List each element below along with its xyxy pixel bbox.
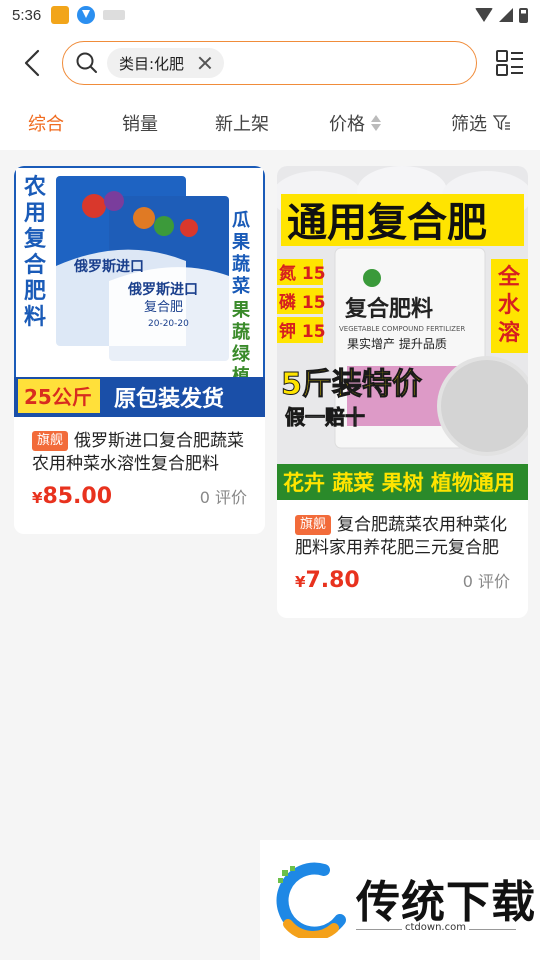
bag-title-text: 复合肥料 bbox=[344, 296, 433, 322]
tab-sales[interactable]: 销量 bbox=[122, 110, 158, 136]
tab-price[interactable]: 价格 bbox=[329, 110, 381, 136]
list-layout-icon[interactable] bbox=[495, 48, 525, 78]
top-banner-text: 通用复合肥 bbox=[287, 200, 487, 246]
search-header: 类目:化肥 bbox=[0, 30, 540, 96]
product-price: ¥7.80 bbox=[295, 568, 360, 593]
close-icon[interactable] bbox=[198, 56, 212, 70]
review-count: 0 评价 bbox=[462, 572, 510, 591]
nutrient-label: 磷 15 bbox=[279, 292, 326, 313]
wifi-icon bbox=[475, 8, 493, 22]
banner-text: 原包装发货 bbox=[114, 386, 224, 412]
product-card[interactable]: 通用复合肥 氮 15 磷 15 钾 15 全水溶 复合肥料 VEGETABLE … bbox=[277, 166, 528, 618]
sort-bar: 综合 销量 新上架 价格 筛选 bbox=[0, 96, 540, 150]
product-image[interactable]: 通用复合肥 氮 15 磷 15 钾 15 全水溶 复合肥料 VEGETABLE … bbox=[277, 166, 528, 500]
flagship-badge: 旗舰 bbox=[32, 431, 69, 451]
nutrient-label: 氮 15 bbox=[279, 263, 326, 284]
app-notification-icon bbox=[51, 6, 70, 24]
tab-label: 综合 bbox=[28, 114, 64, 135]
app-notification-icon bbox=[103, 10, 126, 20]
system-icons bbox=[475, 7, 528, 23]
notification-icons bbox=[51, 6, 126, 24]
nutrient-label: 钾 15 bbox=[279, 321, 326, 342]
vertical-text-right: 瓜果蔬菜 bbox=[231, 210, 251, 297]
tab-label: 筛选 bbox=[451, 114, 487, 135]
tab-label: 价格 bbox=[329, 114, 365, 135]
watermark-url: ctdown.com bbox=[402, 922, 469, 933]
watermark-name: 传统下载 bbox=[356, 877, 536, 928]
watermark-logo-icon bbox=[276, 862, 346, 938]
price-value: 85.00 bbox=[42, 484, 113, 509]
back-arrow-icon[interactable] bbox=[18, 48, 48, 78]
bag-slogan-text: 果实增产 提升品质 bbox=[347, 336, 447, 351]
vertical-text-right: 果蔬绿植 bbox=[231, 300, 251, 387]
vertical-text-right: 全水溶 bbox=[497, 264, 521, 346]
promo-text: 5斤装特价 bbox=[281, 367, 422, 402]
tab-new-arrivals[interactable]: 新上架 bbox=[215, 110, 269, 136]
status-bar: 5:36 bbox=[0, 0, 540, 30]
price-value: 7.80 bbox=[305, 568, 360, 593]
site-watermark: 传统下载 ctdown.com bbox=[260, 840, 540, 960]
bag-title-text: 俄罗斯进口 bbox=[127, 281, 198, 298]
bag-subtitle-text: 复合肥 bbox=[144, 300, 183, 315]
bag-title-text: 俄罗斯进口 bbox=[73, 258, 144, 275]
currency-symbol: ¥ bbox=[295, 573, 306, 591]
bag-en-text: VEGETABLE COMPOUND FERTILIZER bbox=[339, 325, 465, 333]
review-count: 0 评价 bbox=[199, 488, 247, 507]
product-title[interactable]: 旗舰 俄罗斯进口复合肥蔬菜农用种菜水溶性复合肥料 bbox=[32, 430, 254, 476]
tab-label: 销量 bbox=[122, 114, 158, 135]
status-time: 5:36 bbox=[12, 6, 42, 24]
signal-icon bbox=[499, 8, 513, 22]
currency-symbol: ¥ bbox=[32, 489, 43, 507]
product-card[interactable]: 俄罗斯进口 俄罗斯进口 复合肥 20-20-20 农用复合肥料 瓜果蔬菜 果蔬绿… bbox=[14, 166, 265, 534]
tab-filter[interactable]: 筛选 bbox=[451, 110, 511, 136]
battery-icon bbox=[519, 7, 528, 23]
promo-sub-text: 假一赔十 bbox=[285, 405, 365, 429]
category-filter-chip[interactable]: 类目:化肥 bbox=[107, 48, 225, 78]
bag-ratio-text: 20-20-20 bbox=[148, 319, 189, 329]
bottom-banner-text: 花卉 蔬菜 果树 植物通用 bbox=[283, 471, 515, 495]
filter-icon bbox=[493, 115, 510, 131]
product-price: ¥85.00 bbox=[32, 484, 112, 509]
weight-tag-text: 25公斤 bbox=[24, 385, 92, 409]
product-image[interactable]: 俄罗斯进口 俄罗斯进口 复合肥 20-20-20 农用复合肥料 瓜果蔬菜 果蔬绿… bbox=[14, 166, 265, 417]
tab-label: 新上架 bbox=[215, 114, 269, 135]
search-icon bbox=[76, 52, 97, 73]
download-icon bbox=[77, 6, 96, 24]
chip-label: 类目:化肥 bbox=[119, 54, 185, 73]
search-input[interactable]: 类目:化肥 bbox=[62, 41, 477, 85]
tab-comprehensive[interactable]: 综合 bbox=[28, 110, 64, 136]
product-title[interactable]: 旗舰 复合肥蔬菜农用种菜化肥料家用养花肥三元复合肥 bbox=[295, 514, 517, 560]
sort-arrows-icon bbox=[371, 115, 381, 131]
flagship-badge: 旗舰 bbox=[295, 515, 332, 535]
